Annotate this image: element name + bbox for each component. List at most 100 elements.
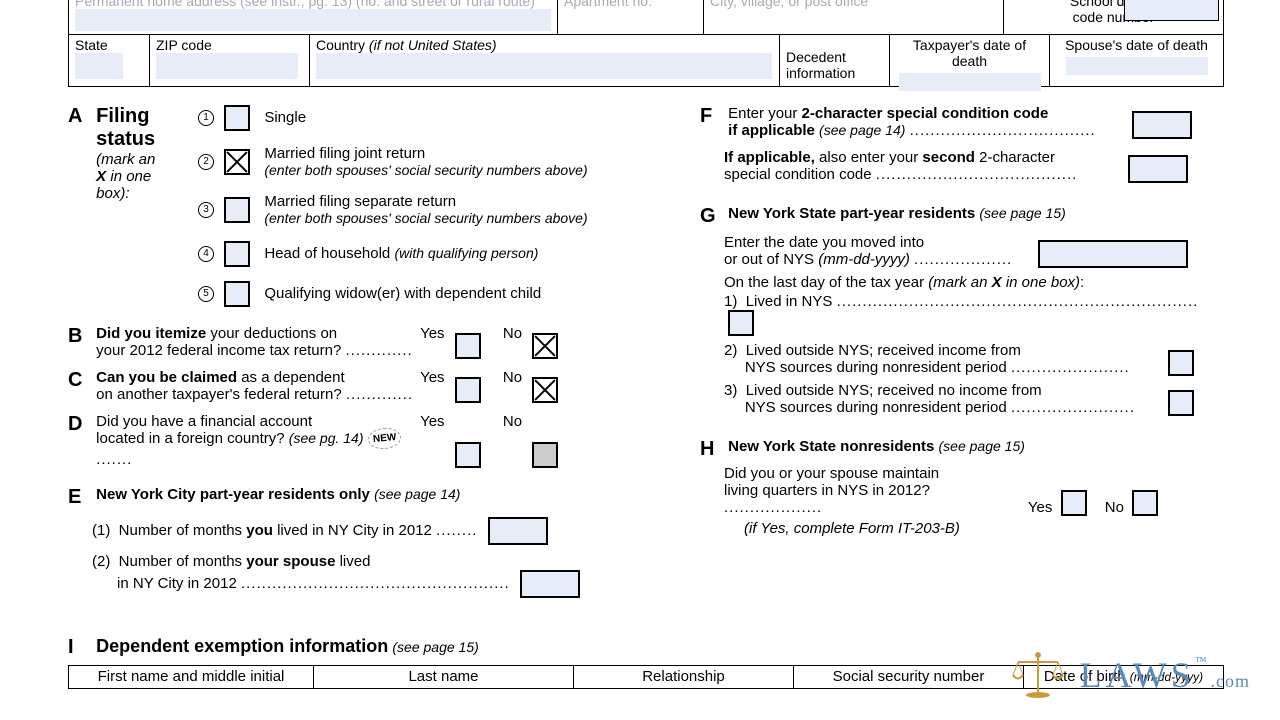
letter-c: C — [68, 369, 92, 392]
f-l3c: second — [922, 149, 975, 166]
h-note: (if Yes, complete Form IT-203-B) — [744, 520, 1228, 537]
letter-i: I — [68, 636, 92, 659]
filing-single-label: Single — [264, 109, 306, 126]
zip-input[interactable] — [156, 53, 298, 79]
d-line2: located in a foreign country? — [96, 430, 284, 447]
g-opt1: Lived in NYS — [746, 293, 833, 310]
c-line2: on another taxpayer's federal return? — [96, 386, 342, 403]
taxpayer-death-input[interactable] — [899, 73, 1041, 91]
logo-suffix: .com — [1211, 671, 1251, 691]
g-l1: Enter the date you moved into — [724, 234, 924, 251]
h-no-checkbox[interactable] — [1132, 490, 1158, 516]
filing-qw-checkbox[interactable] — [224, 281, 250, 307]
c-line1b: as a dependent — [237, 369, 345, 386]
filing-note2: X — [96, 168, 106, 185]
c-no-checkbox[interactable] — [532, 377, 558, 403]
filing-title1: Filing — [96, 105, 149, 127]
e-l2c: lived — [335, 553, 370, 570]
country-input[interactable] — [316, 53, 772, 79]
f-l1a: Enter your — [728, 105, 801, 122]
state-input[interactable] — [75, 53, 123, 79]
c-yes-checkbox[interactable] — [455, 377, 481, 403]
d-note: (see pg. 14) — [289, 430, 364, 446]
e-title: New York City part-year residents only — [96, 486, 370, 503]
g-date-input[interactable] — [1038, 240, 1188, 268]
i-title-note: (see page 15) — [392, 639, 478, 655]
letter-h: H — [700, 438, 724, 461]
d-yes: Yes — [420, 413, 444, 430]
school-district-code-input[interactable] — [1124, 0, 1219, 21]
g-opt2a: Lived outside NYS; received income from — [746, 342, 1021, 359]
circ-4: 4 — [198, 246, 214, 262]
h-l1: Did you or your spouse maintain — [724, 465, 939, 482]
b-line1b: your deductions on — [206, 325, 337, 342]
filing-hoh-note: (with qualifying person) — [394, 245, 538, 261]
circ-3: 3 — [198, 202, 214, 218]
e-l1a: Number of months — [119, 522, 247, 539]
information-label: information — [786, 65, 855, 81]
filing-mfj-checkbox[interactable] — [224, 149, 250, 175]
e-l2b: your spouse — [246, 553, 335, 570]
filing-hoh-label: Head of household — [264, 245, 390, 262]
i-col1: First name and middle initial — [68, 665, 314, 689]
g-title: New York State part-year residents — [728, 205, 975, 222]
g-l3a: On the last day of the tax year — [724, 274, 928, 291]
g-opt1-checkbox[interactable] — [728, 310, 754, 336]
perm-address-label: Permanent home address (see instr., pg. … — [75, 0, 551, 9]
g-title-note: (see page 15) — [979, 205, 1065, 221]
zip-label: ZIP code — [156, 37, 303, 53]
e-l2a: Number of months — [119, 553, 247, 570]
d-line1: Did you have a financial account — [96, 413, 312, 430]
g-l2a: or out of NYS — [724, 251, 818, 268]
g-opt2-checkbox[interactable] — [1168, 350, 1194, 376]
f-l2note: (see page 14) — [819, 122, 905, 138]
d-no-checkbox[interactable] — [532, 442, 558, 468]
circ-2: 2 — [198, 154, 214, 170]
spouse-death-input[interactable] — [1066, 57, 1208, 75]
b-line1a: Did you itemize — [96, 325, 206, 342]
e-l1b: you — [246, 522, 273, 539]
d-yes-checkbox[interactable] — [455, 442, 481, 468]
filing-note3: in one — [106, 168, 151, 185]
g-opt3-checkbox[interactable] — [1168, 390, 1194, 416]
logo-tm: ™ — [1195, 654, 1211, 668]
h-yes: Yes — [1028, 499, 1052, 516]
g-opt3a: Lived outside NYS; received no income fr… — [746, 382, 1042, 399]
b-yes-checkbox[interactable] — [455, 333, 481, 359]
i-col4: Social security number — [794, 665, 1024, 689]
country-note: (if not United States) — [369, 37, 497, 53]
apt-label: Apartment no. — [564, 0, 697, 9]
letter-f: F — [700, 105, 724, 128]
filing-single-checkbox[interactable] — [224, 105, 250, 131]
city-label: City, village, or post office — [710, 0, 997, 9]
c-line1a: Can you be claimed — [96, 369, 237, 386]
d-no: No — [503, 413, 522, 430]
filing-hoh-checkbox[interactable] — [224, 241, 250, 267]
h-title: New York State nonresidents — [728, 438, 934, 455]
b-line2: your 2012 federal income tax return? — [96, 342, 341, 359]
e-months-spouse-input[interactable] — [520, 570, 580, 598]
g-l3c: X — [992, 274, 1002, 291]
e-l2d: in NY City in 2012 — [117, 575, 237, 592]
c-yes: Yes — [420, 369, 444, 386]
f-l2a: if applicable — [728, 122, 815, 139]
filing-title2: status — [96, 128, 155, 150]
logo-text: LAWS — [1080, 655, 1195, 695]
filing-note1: (mark an — [96, 151, 155, 168]
country-label: Country — [316, 37, 365, 53]
b-no: No — [503, 325, 522, 342]
f-code1-input[interactable] — [1132, 111, 1192, 139]
e-title-note: (see page 14) — [374, 486, 460, 502]
state-label: State — [75, 37, 143, 53]
g-opt3b: NYS sources during nonresident period — [745, 399, 1007, 416]
h-yes-checkbox[interactable] — [1061, 490, 1087, 516]
h-no: No — [1105, 499, 1124, 516]
letter-a: A — [68, 105, 92, 128]
filing-mfs-checkbox[interactable] — [224, 197, 250, 223]
b-no-checkbox[interactable] — [532, 333, 558, 359]
filing-qw-label: Qualifying widow(er) with dependent chil… — [264, 285, 541, 302]
f-code2-input[interactable] — [1128, 155, 1188, 183]
e-months-you-input[interactable] — [488, 517, 548, 545]
decedent-label: Decedent — [786, 49, 846, 65]
circ-1: 1 — [198, 110, 214, 126]
